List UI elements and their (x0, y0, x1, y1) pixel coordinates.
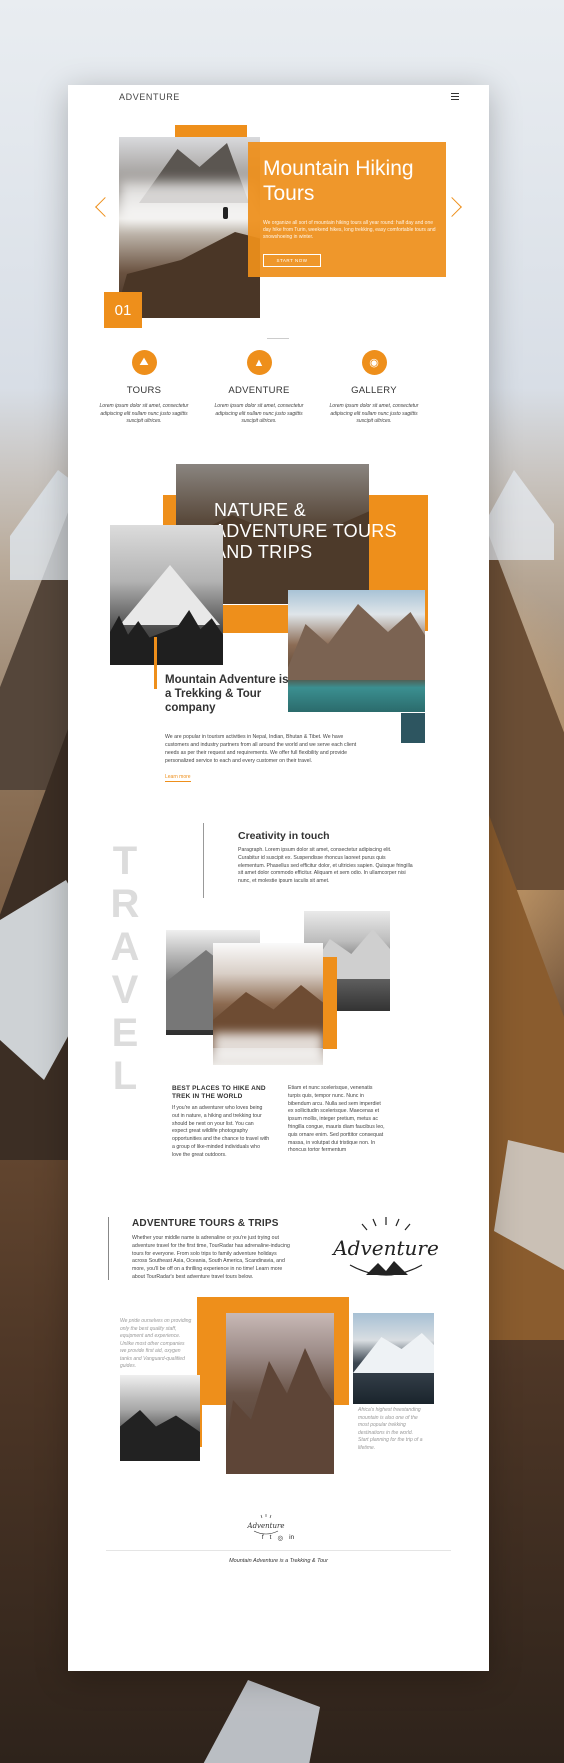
dolomites-peaks-photo (226, 1313, 334, 1474)
twitter-icon[interactable]: t (270, 1534, 272, 1542)
best-places-text: If you're an adventurer who loves being … (172, 1105, 270, 1158)
hiker-icon: ⛰ (131, 350, 157, 375)
camera-icon: ◉ (361, 350, 387, 375)
feature-text: Lorem ipsum dolor sit amet, consectetur … (214, 403, 304, 424)
hero-mountain-photo (119, 137, 260, 318)
lake-mountain-photo (288, 590, 425, 712)
hero-text: We organize all sort of mountain hiking … (263, 220, 436, 240)
tours-text: Whether your middle name is adrenaline o… (132, 1235, 290, 1280)
linkedin-icon[interactable]: in (289, 1534, 294, 1542)
tours-title: ADVENTURE TOURS & TRIPS (132, 1218, 279, 1229)
chevron-left-icon[interactable] (95, 197, 115, 217)
instagram-icon[interactable]: ◎ (277, 1534, 283, 1542)
creativity-title: Creativity in touch (238, 830, 330, 842)
feature-gallery: ◉ GALLERY Lorem ipsum dolor sit amet, co… (324, 350, 424, 426)
accent-line (154, 637, 157, 689)
creativity-text: Paragraph. Lorem ipsum dolor sit amet, c… (238, 847, 413, 885)
footer-text: Mountain Adventure is a Trekking & Tour (229, 1558, 328, 1564)
feature-tours: ⛰ TOURS Lorem ipsum dolor sit amet, cons… (94, 350, 194, 426)
slide-number: 01 (104, 292, 142, 328)
hamburger-menu-icon[interactable] (451, 93, 459, 100)
bw-rock-photo (120, 1375, 200, 1461)
social-links: f t ◎ in (232, 1534, 324, 1542)
forest-mountain-photo (110, 525, 223, 665)
footer-logo-text: Adventure (247, 1522, 285, 1530)
slider-indicator[interactable] (267, 338, 289, 339)
badge-text: Adventure (331, 1236, 439, 1260)
hero-panel: Mountain Hiking Tours We organize all so… (248, 142, 446, 277)
side-text: Etiam et nunc scelerisque, venenatis tur… (288, 1085, 385, 1154)
valley-road-photo (213, 943, 323, 1065)
snowy-coast-photo (353, 1313, 434, 1404)
hero-accent-bar (175, 125, 247, 137)
mountain-icon: ▲ (246, 350, 272, 375)
divider-line (108, 1217, 109, 1280)
quote-text: Africa's highest freestanding mountain i… (358, 1407, 423, 1451)
company-heading: Mountain Adventure is a Trekking & Tour … (165, 674, 289, 714)
footer-divider (106, 1550, 451, 1551)
feature-adventure: ▲ ADVENTURE Lorem ipsum dolor sit amet, … (209, 350, 309, 426)
site-logo[interactable]: ADVENTURE (119, 92, 180, 102)
learn-more-link[interactable]: Learn more (165, 774, 191, 782)
accent-block (222, 605, 288, 633)
company-text: We are popular in tourism activities in … (165, 734, 357, 764)
facebook-icon[interactable]: f (262, 1534, 264, 1542)
hero-title: Mountain Hiking Tours (263, 157, 414, 205)
page-card: ADVENTURE Mountain Hiking Tours We organ… (68, 85, 489, 1671)
travel-vertical-word: TRAVEL (110, 840, 140, 1098)
divider-line (203, 823, 204, 898)
feature-text: Lorem ipsum dolor sit amet, consectetur … (329, 403, 419, 424)
feature-title: TOURS (126, 385, 162, 396)
adventure-badge-logo: Adventure (331, 1217, 439, 1276)
nature-title: NATURE & ADVENTURE TOURS AND TRIPS (214, 500, 397, 562)
accent-block (401, 713, 425, 743)
start-now-button[interactable]: START NOW (263, 254, 321, 267)
feature-title: ADVENTURE (228, 385, 290, 396)
travel-letters: TRAVEL (110, 839, 140, 1098)
feature-title: GALLERY (351, 385, 397, 396)
quote-text: We pride ourselves on providing only the… (120, 1318, 192, 1369)
best-places-title: BEST PLACES TO HIKE AND TREK IN THE WORL… (172, 1085, 266, 1100)
accent-block (322, 957, 337, 1049)
feature-text: Lorem ipsum dolor sit amet, consectetur … (99, 403, 189, 424)
